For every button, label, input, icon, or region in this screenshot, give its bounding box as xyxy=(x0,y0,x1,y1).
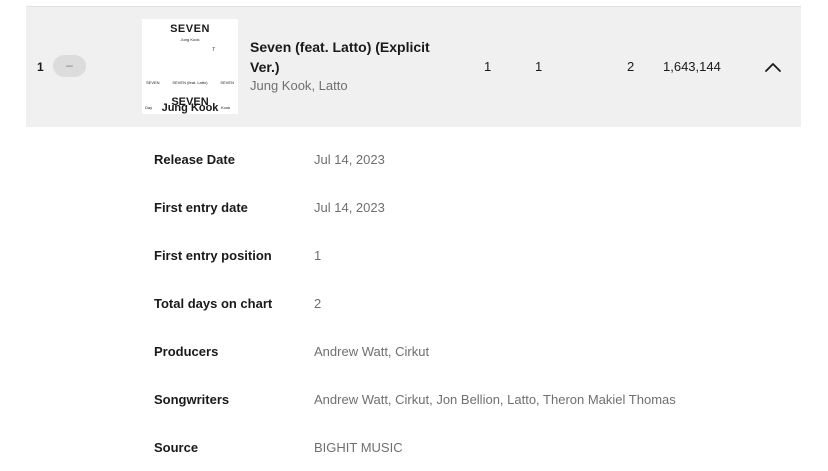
detail-value: 2 xyxy=(314,296,322,311)
artist-link[interactable]: Jung Kook xyxy=(250,78,311,93)
track-title[interactable]: Seven (feat. Latto) (Explicit Ver.) xyxy=(250,37,440,77)
detail-label: Source xyxy=(154,440,199,455)
album-cover[interactable]: SEVEN Jung Kook 7 SEVEN SEVEN (feat. Lat… xyxy=(142,19,238,114)
cover-bottom-left: Day xyxy=(145,105,153,110)
cover-middle-line: SEVEN SEVEN (feat. Latto) SEVEN xyxy=(146,80,234,85)
cover-mark: 7 xyxy=(212,47,215,53)
detail-label: Producers xyxy=(154,344,219,359)
chevron-up-icon[interactable] xyxy=(763,57,783,77)
peak-position: 1 xyxy=(484,59,492,74)
track-artists: Jung Kook, Latto xyxy=(250,78,348,93)
detail-label: Release Date xyxy=(154,152,235,167)
detail-value: Andrew Watt, Cirkut, Jon Bellion, Latto,… xyxy=(314,392,676,407)
detail-label: First entry date xyxy=(154,200,248,215)
cover-middle-right: SEVEN xyxy=(220,80,234,85)
chart-entry-row[interactable]: 1 – SEVEN Jung Kook 7 SEVEN SEVEN (feat.… xyxy=(26,6,801,127)
artist-separator: , xyxy=(311,78,319,93)
cover-subtitle-top: Jung Kook xyxy=(180,37,200,42)
detail-label: Songwriters xyxy=(154,392,230,407)
cover-middle-center: SEVEN (feat. Latto) xyxy=(172,80,208,85)
rank-change-badge: – xyxy=(53,55,86,77)
previous-position: 1 xyxy=(535,59,543,74)
detail-value: BIGHIT MUSIC xyxy=(314,440,403,455)
detail-value: 1 xyxy=(314,248,322,263)
artist-link[interactable]: Latto xyxy=(319,78,348,93)
streak: 2 xyxy=(627,59,635,74)
cover-middle-left: SEVEN xyxy=(146,80,160,85)
stream-count: 1,643,144 xyxy=(663,59,721,74)
cover-bottom-right: Kook xyxy=(221,105,231,110)
detail-value: Jul 14, 2023 xyxy=(314,152,385,167)
cover-title-top: SEVEN xyxy=(170,23,210,35)
detail-value: Jul 14, 2023 xyxy=(314,200,385,215)
detail-value: Andrew Watt, Cirkut xyxy=(314,344,430,359)
detail-label: First entry position xyxy=(154,248,272,263)
detail-label: Total days on chart xyxy=(154,296,273,311)
rank: 1 xyxy=(37,60,44,74)
